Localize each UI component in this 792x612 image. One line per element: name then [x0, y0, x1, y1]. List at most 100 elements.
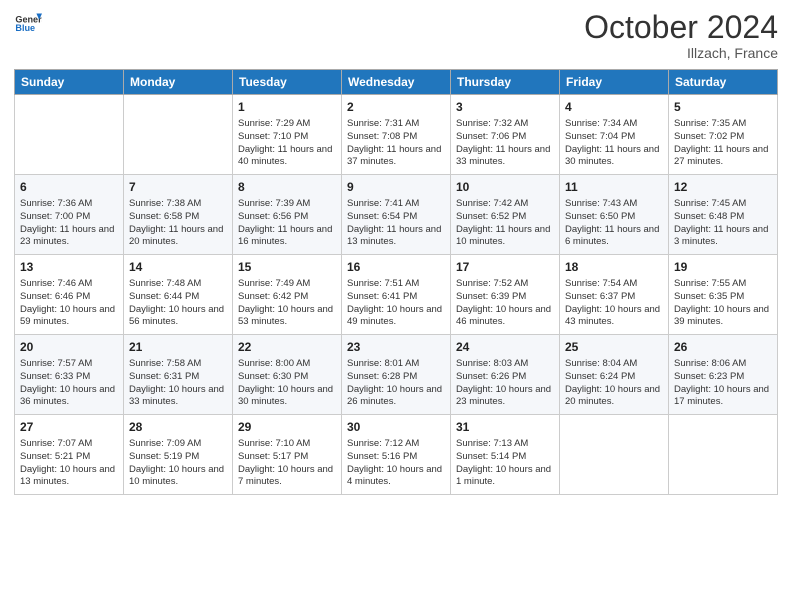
- day-number: 22: [238, 339, 336, 356]
- day-number: 9: [347, 179, 445, 196]
- cell-content: Sunrise: 7:48 AM Sunset: 6:44 PM Dayligh…: [129, 278, 227, 329]
- day-number: 27: [20, 419, 118, 436]
- day-cell-15: 15 Sunrise: 7:49 AM Sunset: 6:42 PM Dayli…: [233, 255, 342, 335]
- day-cell-21: 21Sunrise: 7:58 AM Sunset: 6:31 PM Dayli…: [124, 335, 233, 415]
- cell-content: Sunrise: 7:07 AM Sunset: 5:21 PM Dayligh…: [20, 438, 118, 489]
- day-number: 23: [347, 339, 445, 356]
- cell-content: Sunrise: 7:39 AM Sunset: 6:56 PM Dayligh…: [238, 198, 336, 249]
- day-cell-18: 18 Sunrise: 7:54 AM Sunset: 6:37 PM Dayli…: [560, 255, 669, 335]
- day-cell-1: 1Sunrise: 7:29 AM Sunset: 7:10 PM Daylig…: [233, 95, 342, 175]
- header: General Blue October 2024 Illzach, Franc…: [14, 10, 778, 61]
- day-cell-2: 2 Sunrise: 7:31 AM Sunset: 7:08 PM Daylig…: [342, 95, 451, 175]
- day-header-monday: Monday: [124, 70, 233, 95]
- cell-content: Sunrise: 7:35 AM Sunset: 7:02 PM Dayligh…: [674, 118, 772, 169]
- cell-content: Sunrise: 7:46 AM Sunset: 6:46 PM Dayligh…: [20, 278, 118, 329]
- cell-content: Sunrise: 8:00 AM Sunset: 6:30 PM Dayligh…: [238, 358, 336, 409]
- day-cell-6: 6 Sunrise: 7:36 AM Sunset: 7:00 PM Daylig…: [15, 175, 124, 255]
- day-number: 30: [347, 419, 445, 436]
- day-number: 6: [20, 179, 118, 196]
- cell-content: Sunrise: 7:55 AM Sunset: 6:35 PM Dayligh…: [674, 278, 772, 329]
- week-row-5: 27 Sunrise: 7:07 AM Sunset: 5:21 PM Dayli…: [15, 415, 778, 495]
- calendar-table: SundayMondayTuesdayWednesdayThursdayFrid…: [14, 69, 778, 495]
- cell-content: Sunrise: 7:34 AM Sunset: 7:04 PM Dayligh…: [565, 118, 663, 169]
- day-cell-9: 9 Sunrise: 7:41 AM Sunset: 6:54 PM Daylig…: [342, 175, 451, 255]
- day-cell-25: 25 Sunrise: 8:04 AM Sunset: 6:24 PM Dayli…: [560, 335, 669, 415]
- calendar-page: General Blue October 2024 Illzach, Franc…: [0, 0, 792, 612]
- day-number: 14: [129, 259, 227, 276]
- day-header-sunday: Sunday: [15, 70, 124, 95]
- day-cell-26: 26Sunrise: 8:06 AM Sunset: 6:23 PM Dayli…: [669, 335, 778, 415]
- day-cell-13: 13 Sunrise: 7:46 AM Sunset: 6:46 PM Dayli…: [15, 255, 124, 335]
- day-cell-28: 28Sunrise: 7:09 AM Sunset: 5:19 PM Dayli…: [124, 415, 233, 495]
- cell-content: Sunrise: 8:03 AM Sunset: 6:26 PM Dayligh…: [456, 358, 554, 409]
- day-cell-8: 8 Sunrise: 7:39 AM Sunset: 6:56 PM Daylig…: [233, 175, 342, 255]
- cell-content: Sunrise: 7:57 AM Sunset: 6:33 PM Dayligh…: [20, 358, 118, 409]
- day-number: 8: [238, 179, 336, 196]
- cell-content: Sunrise: 7:49 AM Sunset: 6:42 PM Dayligh…: [238, 278, 336, 329]
- day-number: 11: [565, 179, 663, 196]
- day-number: 18: [565, 259, 663, 276]
- empty-cell: [124, 95, 233, 175]
- cell-content: Sunrise: 7:13 AM Sunset: 5:14 PM Dayligh…: [456, 438, 554, 489]
- day-cell-5: 5 Sunrise: 7:35 AM Sunset: 7:02 PM Daylig…: [669, 95, 778, 175]
- cell-content: Sunrise: 7:58 AM Sunset: 6:31 PM Dayligh…: [129, 358, 227, 409]
- cell-content: Sunrise: 7:43 AM Sunset: 6:50 PM Dayligh…: [565, 198, 663, 249]
- logo: General Blue: [14, 10, 42, 38]
- cell-content: Sunrise: 7:51 AM Sunset: 6:41 PM Dayligh…: [347, 278, 445, 329]
- day-number: 19: [674, 259, 772, 276]
- day-number: 24: [456, 339, 554, 356]
- cell-content: Sunrise: 7:32 AM Sunset: 7:06 PM Dayligh…: [456, 118, 554, 169]
- cell-content: Sunrise: 7:52 AM Sunset: 6:39 PM Dayligh…: [456, 278, 554, 329]
- day-cell-11: 11 Sunrise: 7:43 AM Sunset: 6:50 PM Dayli…: [560, 175, 669, 255]
- day-cell-30: 30 Sunrise: 7:12 AM Sunset: 5:16 PM Dayli…: [342, 415, 451, 495]
- day-cell-3: 3Sunrise: 7:32 AM Sunset: 7:06 PM Daylig…: [451, 95, 560, 175]
- header-row: SundayMondayTuesdayWednesdayThursdayFrid…: [15, 70, 778, 95]
- day-number: 5: [674, 99, 772, 116]
- day-header-saturday: Saturday: [669, 70, 778, 95]
- day-cell-10: 10Sunrise: 7:42 AM Sunset: 6:52 PM Dayli…: [451, 175, 560, 255]
- cell-content: Sunrise: 7:54 AM Sunset: 6:37 PM Dayligh…: [565, 278, 663, 329]
- day-header-tuesday: Tuesday: [233, 70, 342, 95]
- cell-content: Sunrise: 7:38 AM Sunset: 6:58 PM Dayligh…: [129, 198, 227, 249]
- cell-content: Sunrise: 7:10 AM Sunset: 5:17 PM Dayligh…: [238, 438, 336, 489]
- cell-content: Sunrise: 8:04 AM Sunset: 6:24 PM Dayligh…: [565, 358, 663, 409]
- cell-content: Sunrise: 7:45 AM Sunset: 6:48 PM Dayligh…: [674, 198, 772, 249]
- cell-content: Sunrise: 7:42 AM Sunset: 6:52 PM Dayligh…: [456, 198, 554, 249]
- day-cell-31: 31 Sunrise: 7:13 AM Sunset: 5:14 PM Dayli…: [451, 415, 560, 495]
- location: Illzach, France: [584, 45, 778, 61]
- day-number: 13: [20, 259, 118, 276]
- day-cell-27: 27 Sunrise: 7:07 AM Sunset: 5:21 PM Dayli…: [15, 415, 124, 495]
- day-cell-7: 7 Sunrise: 7:38 AM Sunset: 6:58 PM Daylig…: [124, 175, 233, 255]
- day-cell-24: 24 Sunrise: 8:03 AM Sunset: 6:26 PM Dayli…: [451, 335, 560, 415]
- day-number: 2: [347, 99, 445, 116]
- day-cell-23: 23 Sunrise: 8:01 AM Sunset: 6:28 PM Dayli…: [342, 335, 451, 415]
- cell-content: Sunrise: 7:41 AM Sunset: 6:54 PM Dayligh…: [347, 198, 445, 249]
- day-cell-22: 22 Sunrise: 8:00 AM Sunset: 6:30 PM Dayli…: [233, 335, 342, 415]
- cell-content: Sunrise: 8:01 AM Sunset: 6:28 PM Dayligh…: [347, 358, 445, 409]
- cell-content: Sunrise: 7:31 AM Sunset: 7:08 PM Dayligh…: [347, 118, 445, 169]
- month-title: October 2024: [584, 10, 778, 45]
- svg-text:Blue: Blue: [15, 23, 35, 33]
- day-number: 15: [238, 259, 336, 276]
- day-number: 25: [565, 339, 663, 356]
- week-row-4: 20 Sunrise: 7:57 AM Sunset: 6:33 PM Dayli…: [15, 335, 778, 415]
- empty-cell: [15, 95, 124, 175]
- day-cell-17: 17Sunrise: 7:52 AM Sunset: 6:39 PM Dayli…: [451, 255, 560, 335]
- day-header-friday: Friday: [560, 70, 669, 95]
- day-cell-14: 14 Sunrise: 7:48 AM Sunset: 6:44 PM Dayli…: [124, 255, 233, 335]
- day-cell-16: 16 Sunrise: 7:51 AM Sunset: 6:41 PM Dayli…: [342, 255, 451, 335]
- week-row-2: 6 Sunrise: 7:36 AM Sunset: 7:00 PM Daylig…: [15, 175, 778, 255]
- day-cell-12: 12 Sunrise: 7:45 AM Sunset: 6:48 PM Dayli…: [669, 175, 778, 255]
- day-number: 29: [238, 419, 336, 436]
- day-number: 16: [347, 259, 445, 276]
- day-number: 31: [456, 419, 554, 436]
- logo-icon: General Blue: [14, 10, 42, 38]
- cell-content: Sunrise: 7:36 AM Sunset: 7:00 PM Dayligh…: [20, 198, 118, 249]
- day-number: 7: [129, 179, 227, 196]
- day-number: 12: [674, 179, 772, 196]
- cell-content: Sunrise: 7:09 AM Sunset: 5:19 PM Dayligh…: [129, 438, 227, 489]
- day-number: 1: [238, 99, 336, 116]
- day-number: 20: [20, 339, 118, 356]
- week-row-1: 1Sunrise: 7:29 AM Sunset: 7:10 PM Daylig…: [15, 95, 778, 175]
- cell-content: Sunrise: 7:12 AM Sunset: 5:16 PM Dayligh…: [347, 438, 445, 489]
